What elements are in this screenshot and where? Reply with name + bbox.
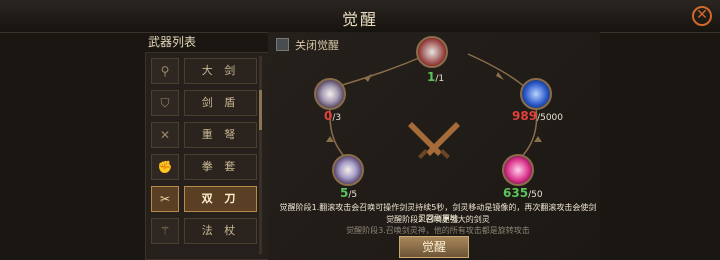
dual-blades-icon: ✂ — [151, 186, 179, 212]
weapon-item-label: 剑 盾 — [184, 90, 257, 116]
awaken-node-top-count: 1/1 — [427, 70, 444, 84]
sword-shield-icon: ⛉ — [151, 90, 179, 116]
crossed-blades-icon — [408, 122, 460, 159]
node-current-value: 989 — [512, 109, 538, 123]
weapon-item-sword-shield[interactable]: ⛉ 剑 盾 — [151, 90, 257, 116]
staff-icon: ⚚ — [151, 218, 179, 244]
awaken-node-right[interactable] — [520, 78, 552, 110]
awaken-node-left-count: 0/3 — [324, 109, 341, 123]
greatsword-icon: ⚲ — [151, 58, 179, 84]
node-current-value: 635 — [503, 186, 529, 200]
weapon-item-crossbow[interactable]: ✕ 重 弩 — [151, 122, 257, 148]
node-max-value: /3 — [332, 113, 342, 123]
awaken-stage-3-text: 觉醒阶段3.召唤剑灵神，他的所有攻击都是旋转攻击 — [346, 226, 530, 235]
weapon-item-label: 法 杖 — [184, 218, 257, 244]
weapon-item-greatsword[interactable]: ⚲ 大 剑 — [151, 58, 257, 84]
awaken-node-bottom-right-count: 635/50 — [503, 186, 543, 200]
awaken-node-bottom-left-count: 5/5 — [340, 186, 357, 200]
node-max-value: /5000 — [537, 113, 563, 123]
weapon-item-staff[interactable]: ⚚ 法 杖 — [151, 218, 257, 244]
close-icon: ✕ — [696, 7, 708, 23]
node-max-value: /5 — [348, 190, 358, 200]
awaken-stage-2-text: 觉醒阶段2.召唤更强大的剑灵 — [386, 215, 490, 224]
awaken-button[interactable]: 觉醒 — [399, 236, 469, 258]
weapon-item-gauntlet[interactable]: ✊ 拳 套 — [151, 154, 257, 180]
weapon-item-label: 拳 套 — [184, 154, 257, 180]
weapon-item-label: 大 剑 — [184, 58, 257, 84]
awaken-node-bottom-left[interactable] — [332, 154, 364, 186]
scrollbar-thumb[interactable] — [259, 90, 262, 130]
weapon-list-scrollbar[interactable] — [259, 56, 262, 254]
weapon-item-label: 双 刀 — [184, 186, 257, 212]
gauntlet-icon: ✊ — [151, 154, 179, 180]
weapon-item-dual-blades[interactable]: ✂ 双 刀 — [151, 186, 257, 212]
node-max-value: /50 — [528, 190, 543, 200]
awaken-node-left[interactable] — [314, 78, 346, 110]
close-button[interactable]: ✕ — [692, 6, 712, 26]
weapon-list-title: 武器列表 — [148, 35, 197, 49]
crossbow-icon: ✕ — [151, 122, 179, 148]
page-title: 觉醒 — [341, 10, 378, 29]
node-max-value: /1 — [435, 74, 445, 84]
awaken-node-right-count: 989/5000 — [512, 109, 563, 123]
awaken-node-top[interactable] — [416, 36, 448, 68]
weapon-item-label: 重 弩 — [184, 122, 257, 148]
awaken-node-bottom-right[interactable] — [502, 154, 534, 186]
